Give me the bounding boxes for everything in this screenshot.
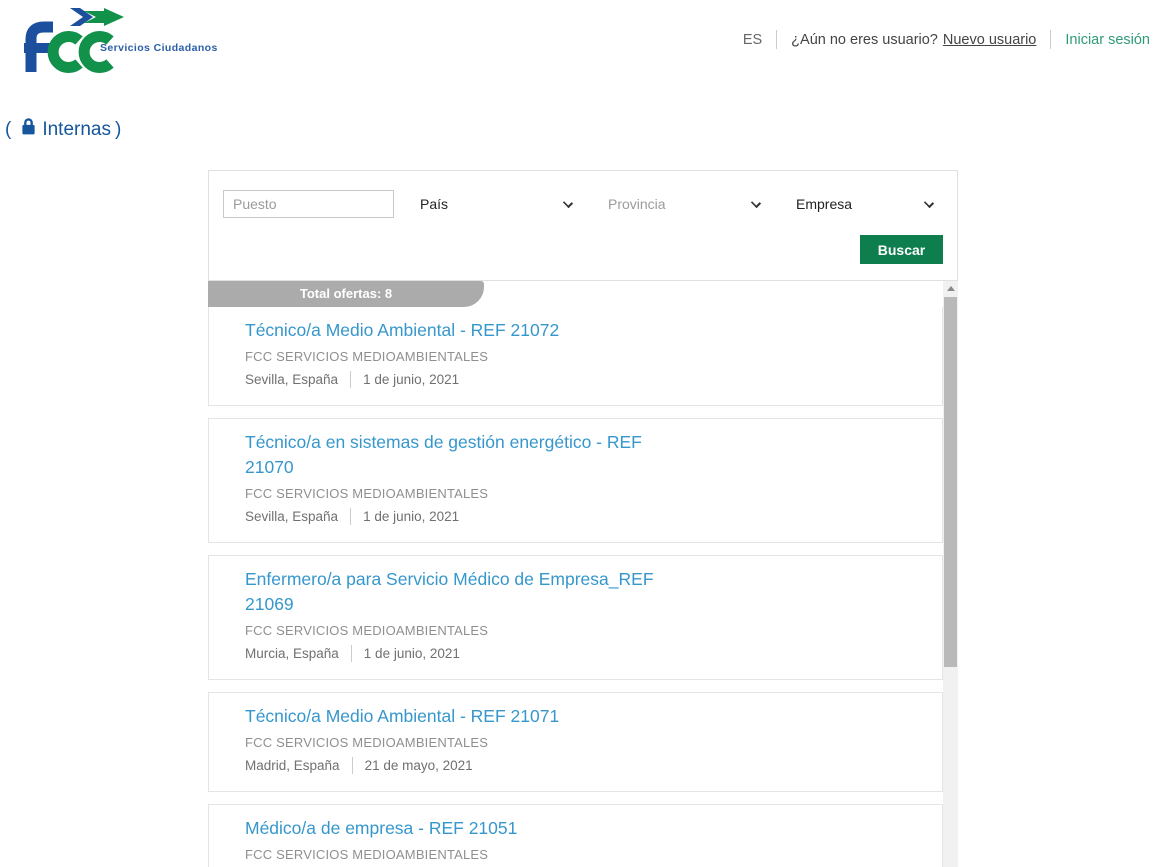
chevron-down-icon [751,198,761,208]
job-cards: Técnico/a Medio Ambiental - REF 21072 FC… [208,307,943,867]
job-date: 1 de junio, 2021 [364,646,460,661]
job-meta: Madrid, España 21 de mayo, 2021 [245,757,922,774]
divider [352,757,353,774]
buscar-button[interactable]: Buscar [860,235,943,264]
chevron-down-icon [563,198,573,208]
job-date: 21 de mayo, 2021 [365,758,473,773]
logo-tagline: Servicios Ciudadanos [100,42,218,54]
internas-breadcrumb: ( Internas ) [5,117,121,142]
job-meta: Sevilla, España 1 de junio, 2021 [245,508,922,525]
signup-prompt: ¿Aún no eres usuario? [791,32,938,48]
job-listing: Médico/a de empresa - REF 21051 FCC SERV… [208,804,943,867]
new-user-link[interactable]: Nuevo usuario [943,32,1037,48]
pais-select[interactable]: País [411,190,582,218]
job-location: Madrid, España [245,758,340,773]
internas-link[interactable]: Internas [42,119,111,141]
top-bar: Servicios Ciudadanos ES ¿Aún no eres usu… [0,0,1168,80]
job-company: FCC SERVICIOS MEDIOAMBIENTALES [245,349,922,364]
job-meta: Murcia, España 1 de junio, 2021 [245,645,922,662]
job-location: Sevilla, España [245,509,338,524]
lock-icon [21,117,36,142]
arrow-up-icon [947,286,955,291]
login-link[interactable]: Iniciar sesión [1065,32,1150,48]
paren-open: ( [5,119,11,141]
empresa-select[interactable]: Empresa [787,190,943,218]
job-location: Murcia, España [245,646,339,661]
divider [351,645,352,662]
offers-panel: País Provincia Empresa Buscar Total ofer… [208,170,958,867]
button-row: Buscar [223,235,943,264]
divider [350,508,351,525]
pais-select-value: País [420,196,448,212]
job-listing: Técnico/a Medio Ambiental - REF 21072 FC… [208,307,943,406]
language-selector[interactable]: ES [743,32,762,48]
job-company: FCC SERVICIOS MEDIOAMBIENTALES [245,623,922,638]
chevron-down-icon [924,198,934,208]
job-listing: Técnico/a Medio Ambiental - REF 21071 FC… [208,692,943,792]
paren-close: ) [115,119,121,141]
utility-nav: ES ¿Aún no eres usuario? Nuevo usuario I… [743,30,1150,49]
job-listing: Técnico/a en sistemas de gestión energét… [208,418,943,543]
results-list: Total ofertas: 8 Técnico/a Medio Ambient… [208,281,958,867]
scroll-up-button[interactable] [943,281,958,296]
job-company: FCC SERVICIOS MEDIOAMBIENTALES [245,486,922,501]
job-location: Sevilla, España [245,372,338,387]
job-date: 1 de junio, 2021 [363,509,459,524]
job-title-link[interactable]: Enfermero/a para Servicio Médico de Empr… [245,567,690,617]
provincia-select-value: Provincia [608,196,666,212]
scrollbar-thumb[interactable] [944,297,957,667]
job-company: FCC SERVICIOS MEDIOAMBIENTALES [245,735,922,750]
job-company: FCC SERVICIOS MEDIOAMBIENTALES [245,847,922,862]
job-meta: Sevilla, España 1 de junio, 2021 [245,371,922,388]
empresa-select-value: Empresa [796,196,852,212]
search-filter-card: País Provincia Empresa Buscar [208,170,958,281]
divider [1050,30,1051,49]
fcc-logo[interactable]: Servicios Ciudadanos [20,6,230,78]
job-date: 1 de junio, 2021 [363,372,459,387]
job-title-link[interactable]: Técnico/a Medio Ambiental - REF 21072 [245,318,690,343]
divider [776,30,777,49]
total-offers-badge: Total ofertas: 8 [208,281,484,307]
provincia-select[interactable]: Provincia [599,190,770,218]
job-title-link[interactable]: Técnico/a Medio Ambiental - REF 21071 [245,704,690,729]
puesto-input[interactable] [223,190,394,218]
divider [350,371,351,388]
scrollbar-track[interactable] [943,281,958,867]
job-listing: Enfermero/a para Servicio Médico de Empr… [208,555,943,680]
job-title-link[interactable]: Técnico/a en sistemas de gestión energét… [245,430,690,480]
filter-row: País Provincia Empresa [223,190,943,218]
job-title-link[interactable]: Médico/a de empresa - REF 21051 [245,816,690,841]
